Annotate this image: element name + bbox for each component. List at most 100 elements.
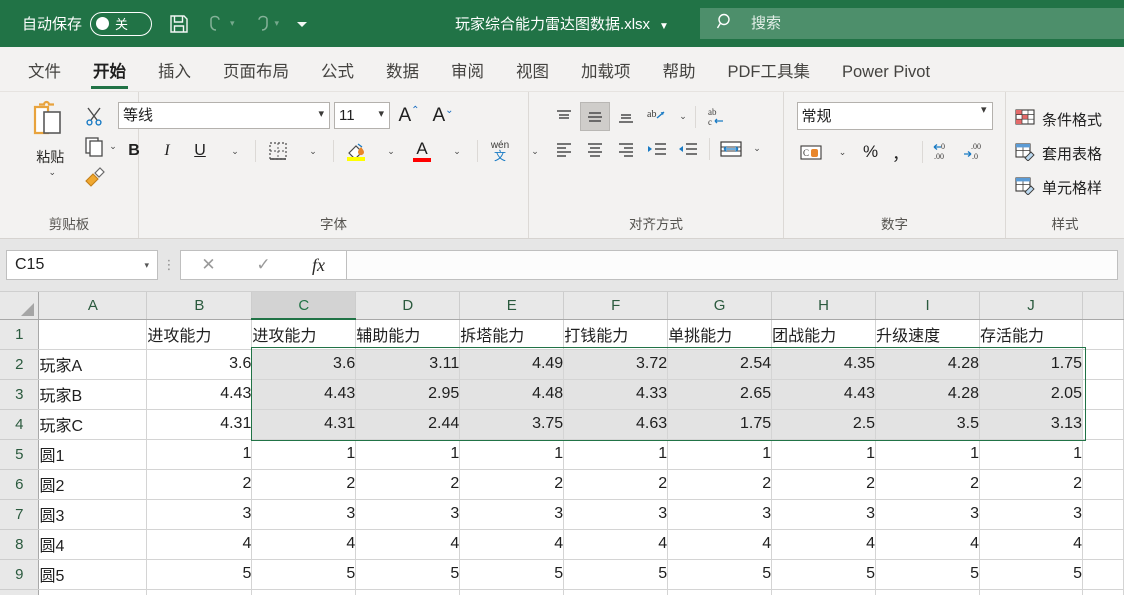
cell-e8[interactable]: 4 <box>459 529 565 560</box>
cell-j7[interactable]: 3 <box>979 499 1083 530</box>
column-header-a[interactable]: A <box>38 292 148 320</box>
document-title[interactable]: 玩家综合能力雷达图数据.xlsx <box>455 16 650 33</box>
cell-overflow-8[interactable] <box>1082 529 1124 560</box>
cell-h1[interactable]: 团战能力 <box>771 319 877 350</box>
cell-h7[interactable]: 3 <box>771 499 877 530</box>
number-format-select[interactable]: 常规 <box>796 102 993 130</box>
cell-e2[interactable]: 4.49 <box>459 349 565 380</box>
cell-f1[interactable]: 打钱能力 <box>563 319 669 350</box>
cell-i10[interactable] <box>875 589 981 595</box>
cell-h5[interactable]: 1 <box>771 439 877 470</box>
insert-function-icon[interactable]: fx <box>291 255 346 276</box>
row-header-2[interactable]: 2 <box>0 349 40 380</box>
accounting-format-button[interactable]: C <box>797 138 825 166</box>
cell-h8[interactable]: 4 <box>771 529 877 560</box>
cell-overflow-5[interactable] <box>1082 439 1124 470</box>
cell-c10[interactable] <box>251 589 357 595</box>
number-format-wrapper[interactable]: 常规 <box>796 98 993 130</box>
cell-j5[interactable]: 1 <box>979 439 1083 470</box>
cell-a7[interactable]: 圆3 <box>38 499 148 530</box>
cell-j8[interactable]: 4 <box>979 529 1083 560</box>
cell-j3[interactable]: 2.05 <box>979 379 1083 410</box>
cell-e9[interactable]: 5 <box>459 559 565 590</box>
copy-chevron-down-icon[interactable]: ⌄ <box>109 141 117 152</box>
cell-d3[interactable]: 2.95 <box>355 379 461 410</box>
document-title-chevron-down-icon[interactable]: ▼ <box>659 21 669 32</box>
font-name-wrapper[interactable]: 等线 <box>118 102 330 129</box>
name-box[interactable]: C15 ▾ <box>6 250 158 280</box>
row-header-8[interactable]: 8 <box>0 529 40 560</box>
cell-f9[interactable]: 5 <box>563 559 669 590</box>
formula-input[interactable] <box>347 250 1118 280</box>
cell-j6[interactable]: 2 <box>979 469 1083 500</box>
cell-i3[interactable]: 4.28 <box>875 379 981 410</box>
row-header-4[interactable]: 4 <box>0 409 40 440</box>
decrease-font-size-button[interactable]: A ⌄ <box>428 102 458 129</box>
cell-g9[interactable]: 5 <box>667 559 773 590</box>
cell-overflow-9[interactable] <box>1082 559 1124 590</box>
cell-i6[interactable]: 2 <box>875 469 981 500</box>
align-left-icon[interactable] <box>549 134 579 163</box>
tab-review[interactable]: 审阅 <box>435 58 500 91</box>
row-header-9[interactable]: 9 <box>0 559 40 590</box>
cell-overflow-7[interactable] <box>1082 499 1124 530</box>
cell-b3[interactable]: 4.43 <box>146 379 253 410</box>
cell-f7[interactable]: 3 <box>563 499 669 530</box>
cell-e10[interactable] <box>459 589 565 595</box>
cell-h2[interactable]: 4.35 <box>771 349 877 380</box>
increase-decimal-icon[interactable]: 0 .00 <box>930 138 958 166</box>
cell-c3[interactable]: 4.43 <box>251 379 357 410</box>
cell-c8[interactable]: 4 <box>251 529 357 560</box>
cell-h6[interactable]: 2 <box>771 469 877 500</box>
increase-indent-icon[interactable] <box>673 134 703 163</box>
autosave-switch[interactable]: 关 <box>90 11 153 36</box>
cell-d5[interactable]: 1 <box>355 439 461 470</box>
column-header-h[interactable]: H <box>771 292 877 320</box>
cell-d6[interactable]: 2 <box>355 469 461 500</box>
select-all-button[interactable] <box>0 292 40 320</box>
column-header-d[interactable]: D <box>355 292 461 320</box>
cut-button[interactable] <box>81 102 119 130</box>
cell-i9[interactable]: 5 <box>875 559 981 590</box>
underline-chevron-down-icon[interactable]: ⌄ <box>217 137 249 165</box>
cell-j10[interactable] <box>979 589 1083 595</box>
cell-h3[interactable]: 4.43 <box>771 379 877 410</box>
cell-f10[interactable] <box>563 589 669 595</box>
cell-f5[interactable]: 1 <box>563 439 669 470</box>
bold-button[interactable]: B <box>118 137 150 165</box>
save-icon[interactable] <box>168 8 190 40</box>
format-as-table-button[interactable]: 套用表格 <box>1014 138 1102 168</box>
cell-f4[interactable]: 4.63 <box>563 409 669 440</box>
cell-c5[interactable]: 1 <box>251 439 357 470</box>
cell-g4[interactable]: 1.75 <box>667 409 773 440</box>
cell-h9[interactable]: 5 <box>771 559 877 590</box>
search-input[interactable] <box>749 14 1083 33</box>
format-painter-button[interactable] <box>81 162 119 190</box>
increase-font-size-button[interactable]: A ⌃ <box>394 102 424 129</box>
more-options-icon[interactable]: ⋮ <box>158 257 180 273</box>
cell-d4[interactable]: 2.44 <box>355 409 461 440</box>
font-size-wrapper[interactable]: 11 <box>334 102 390 129</box>
cell-j2[interactable]: 1.75 <box>979 349 1083 380</box>
autosave-toggle[interactable]: 自动保存 关 <box>22 11 153 36</box>
cell-overflow-10[interactable] <box>1082 589 1124 595</box>
cell-b9[interactable]: 5 <box>146 559 253 590</box>
row-header-5[interactable]: 5 <box>0 439 40 470</box>
cell-g1[interactable]: 单挑能力 <box>667 319 773 350</box>
cell-b4[interactable]: 4.31 <box>146 409 253 440</box>
cell-e7[interactable]: 3 <box>459 499 565 530</box>
align-center-icon[interactable] <box>580 134 610 163</box>
cell-d1[interactable]: 辅助能力 <box>355 319 461 350</box>
cell-b8[interactable]: 4 <box>146 529 253 560</box>
percent-style-button[interactable]: % <box>857 138 885 166</box>
tab-addins[interactable]: 加载项 <box>565 58 647 91</box>
cell-e6[interactable]: 2 <box>459 469 565 500</box>
underline-button[interactable]: U <box>184 137 216 165</box>
align-top-icon[interactable] <box>549 102 579 131</box>
paste-chevron-down-icon[interactable]: ⌄ <box>48 167 56 178</box>
row-header-7[interactable]: 7 <box>0 499 40 530</box>
cell-overflow-6[interactable] <box>1082 469 1124 500</box>
cell-c9[interactable]: 5 <box>251 559 357 590</box>
column-header-f[interactable]: F <box>563 292 669 320</box>
cell-a8[interactable]: 圆4 <box>38 529 148 560</box>
